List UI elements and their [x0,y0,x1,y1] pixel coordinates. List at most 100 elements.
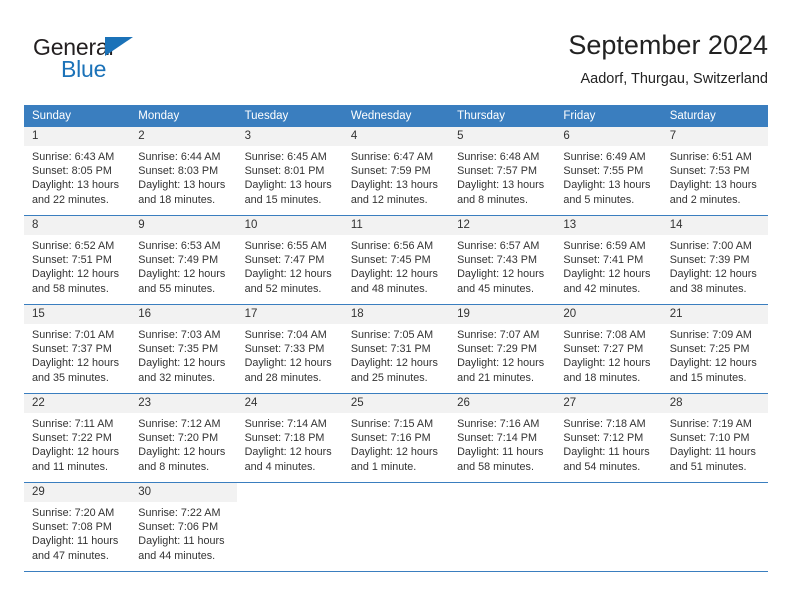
day-details: Sunrise: 6:55 AM Sunset: 7:47 PM Daylight:… [237,235,343,296]
day-number: 29 [24,483,131,502]
calendar-day-cell[interactable]: 3 Sunrise: 6:45 AM Sunset: 8:01 PM Daylight… [236,127,343,216]
sunrise-text: Sunrise: 6:44 AM [138,151,221,163]
weekday-header-friday: Friday [555,105,662,127]
daylight-text: Daylight: 12 hours and 42 minutes. [563,268,651,295]
sunrise-text: Sunrise: 6:49 AM [563,151,646,163]
sunset-text: Sunset: 7:57 PM [457,165,537,178]
day-details [449,502,555,506]
general-blue-logo[interactable]: General Blue [33,34,153,84]
daylight-text: Daylight: 12 hours and 11 minutes. [32,446,120,473]
calendar-day-cell[interactable]: 9 Sunrise: 6:53 AM Sunset: 7:49 PM Daylight… [130,215,237,305]
sunrise-text: Sunrise: 6:56 AM [350,240,434,252]
calendar-day-cell[interactable]: 16 Sunrise: 7:03 AM Sunset: 7:35 PM Dayligh… [130,304,237,394]
sunrise-text: Sunrise: 6:59 AM [563,240,646,252]
day-number: 7 [661,127,768,146]
calendar-day-cell[interactable]: 26 Sunrise: 7:16 AM Sunset: 7:14 PM Dayligh… [449,393,556,483]
sunset-text: Sunset: 7:49 PM [138,254,219,267]
calendar-day-cell[interactable]: 23 Sunrise: 7:12 AM Sunset: 7:20 PM Dayligh… [130,393,237,483]
calendar-day-cell[interactable]: 4 Sunrise: 6:47 AM Sunset: 7:59 PM Daylight… [342,127,450,216]
calendar-day-cell[interactable]: 28 Sunrise: 7:19 AM Sunset: 7:10 PM Dayligh… [661,393,768,483]
calendar-day-cell[interactable]: 14 Sunrise: 7:00 AM Sunset: 7:39 PM Dayligh… [661,215,768,305]
day-details [662,502,768,506]
calendar-day-cell[interactable]: 22 Sunrise: 7:11 AM Sunset: 7:22 PM Dayligh… [24,393,131,483]
weekday-header-sunday: Sunday [24,105,131,127]
sunrise-text: Sunrise: 7:09 AM [669,329,752,341]
day-details: Sunrise: 7:09 AM Sunset: 7:25 PM Daylight:… [662,324,768,385]
day-number [343,483,449,502]
day-number: 3 [236,127,343,146]
calendar-day-cell[interactable]: 2 Sunrise: 6:44 AM Sunset: 8:03 PM Daylight… [130,127,237,216]
calendar-day-cell[interactable]: 18 Sunrise: 7:05 AM Sunset: 7:31 PM Dayligh… [342,304,450,394]
day-details: Sunrise: 6:43 AM Sunset: 8:05 PM Daylight:… [24,146,130,207]
day-number [237,483,343,502]
day-number [662,483,768,502]
day-number: 12 [449,216,556,235]
day-details: Sunrise: 6:48 AM Sunset: 7:57 PM Daylight:… [449,146,555,207]
calendar-week-row: 1 Sunrise: 6:43 AM Sunset: 8:05 PM Daylight… [24,127,768,216]
calendar-week-row: 29 Sunrise: 7:20 AM Sunset: 7:08 PM Dayligh… [24,482,768,571]
calendar-day-cell[interactable]: 8 Sunrise: 6:52 AM Sunset: 7:51 PM Daylight… [24,215,131,305]
day-number: 25 [342,394,450,413]
day-details: Sunrise: 6:51 AM Sunset: 7:53 PM Daylight:… [662,146,768,207]
day-number: 14 [661,216,768,235]
calendar-day-cell[interactable]: 7 Sunrise: 6:51 AM Sunset: 7:53 PM Daylight… [661,127,768,216]
sunrise-text: Sunrise: 6:45 AM [244,151,327,163]
calendar-day-cell[interactable]: 13 Sunrise: 6:59 AM Sunset: 7:41 PM Dayligh… [555,215,662,305]
sunset-text: Sunset: 7:55 PM [563,165,644,178]
calendar-day-cell[interactable]: 27 Sunrise: 7:18 AM Sunset: 7:12 PM Dayligh… [555,393,662,483]
daylight-text: Daylight: 12 hours and 45 minutes. [457,268,545,295]
weekday-header-row: Sunday Monday Tuesday Wednesday Thursday… [24,105,768,127]
sunrise-text: Sunrise: 7:20 AM [32,507,115,519]
calendar-day-cell[interactable]: 25 Sunrise: 7:15 AM Sunset: 7:16 PM Dayligh… [342,393,450,483]
calendar-day-cell[interactable]: 29 Sunrise: 7:20 AM Sunset: 7:08 PM Dayligh… [24,482,131,571]
calendar-day-cell[interactable]: 17 Sunrise: 7:04 AM Sunset: 7:33 PM Dayligh… [236,304,343,394]
weekday-header-wednesday: Wednesday [342,105,450,127]
sunset-text: Sunset: 7:41 PM [563,254,644,267]
sunset-text: Sunset: 7:59 PM [350,165,431,178]
sunrise-text: Sunrise: 7:11 AM [32,418,114,430]
calendar-day-cell[interactable]: 30 Sunrise: 7:22 AM Sunset: 7:06 PM Dayligh… [130,482,237,571]
calendar-day-cell-empty [555,482,662,571]
day-details: Sunrise: 6:57 AM Sunset: 7:43 PM Daylight:… [449,235,555,296]
calendar-day-cell[interactable]: 6 Sunrise: 6:49 AM Sunset: 7:55 PM Daylight… [555,127,662,216]
daylight-text: Daylight: 12 hours and 52 minutes. [244,268,332,295]
sunrise-text: Sunrise: 7:07 AM [457,329,540,341]
page-subtitle: Aadorf, Thurgau, Switzerland [580,71,768,87]
calendar-page: General Blue September 2024 Aadorf, Thur… [0,0,792,612]
weekday-header-thursday: Thursday [449,105,556,127]
calendar-day-cell[interactable]: 15 Sunrise: 7:01 AM Sunset: 7:37 PM Dayligh… [24,304,131,394]
daylight-text: Daylight: 12 hours and 38 minutes. [669,268,757,295]
sunset-text: Sunset: 7:33 PM [244,343,325,356]
day-details [343,502,449,506]
day-number: 9 [130,216,237,235]
daylight-text: Daylight: 12 hours and 1 minute. [350,446,438,473]
day-number: 6 [555,127,662,146]
calendar-day-cell[interactable]: 1 Sunrise: 6:43 AM Sunset: 8:05 PM Daylight… [24,127,131,216]
calendar-day-cell[interactable]: 19 Sunrise: 7:07 AM Sunset: 7:29 PM Dayligh… [449,304,556,394]
calendar-day-cell[interactable]: 21 Sunrise: 7:09 AM Sunset: 7:25 PM Dayligh… [661,304,768,394]
day-details: Sunrise: 7:18 AM Sunset: 7:12 PM Daylight:… [555,413,661,474]
sunrise-text: Sunrise: 7:05 AM [350,329,434,341]
sunset-text: Sunset: 7:31 PM [350,343,431,356]
daylight-text: Daylight: 12 hours and 25 minutes. [350,357,438,384]
daylight-text: Daylight: 12 hours and 55 minutes. [138,268,226,295]
calendar-day-cell[interactable]: 10 Sunrise: 6:55 AM Sunset: 7:47 PM Dayligh… [236,215,343,305]
calendar-day-cell[interactable]: 24 Sunrise: 7:14 AM Sunset: 7:18 PM Dayligh… [236,393,343,483]
day-number: 27 [555,394,662,413]
day-number: 13 [555,216,662,235]
day-details: Sunrise: 6:47 AM Sunset: 7:59 PM Daylight:… [343,146,449,207]
sunset-text: Sunset: 7:27 PM [563,343,644,356]
calendar-day-cell[interactable]: 11 Sunrise: 6:56 AM Sunset: 7:45 PM Dayligh… [342,215,450,305]
logo-triangle-icon [105,37,133,56]
daylight-text: Daylight: 13 hours and 2 minutes. [669,179,757,206]
calendar-day-cell[interactable]: 5 Sunrise: 6:48 AM Sunset: 7:57 PM Daylight… [449,127,556,216]
sunset-text: Sunset: 7:51 PM [32,254,112,267]
day-number: 8 [24,216,131,235]
day-details [237,502,343,506]
sunset-text: Sunset: 7:35 PM [138,343,219,356]
daylight-text: Daylight: 12 hours and 32 minutes. [138,357,226,384]
sunset-text: Sunset: 8:03 PM [138,165,219,178]
calendar-day-cell[interactable]: 20 Sunrise: 7:08 AM Sunset: 7:27 PM Dayligh… [555,304,662,394]
sunset-text: Sunset: 7:45 PM [350,254,431,267]
calendar-day-cell[interactable]: 12 Sunrise: 6:57 AM Sunset: 7:43 PM Dayligh… [449,215,556,305]
